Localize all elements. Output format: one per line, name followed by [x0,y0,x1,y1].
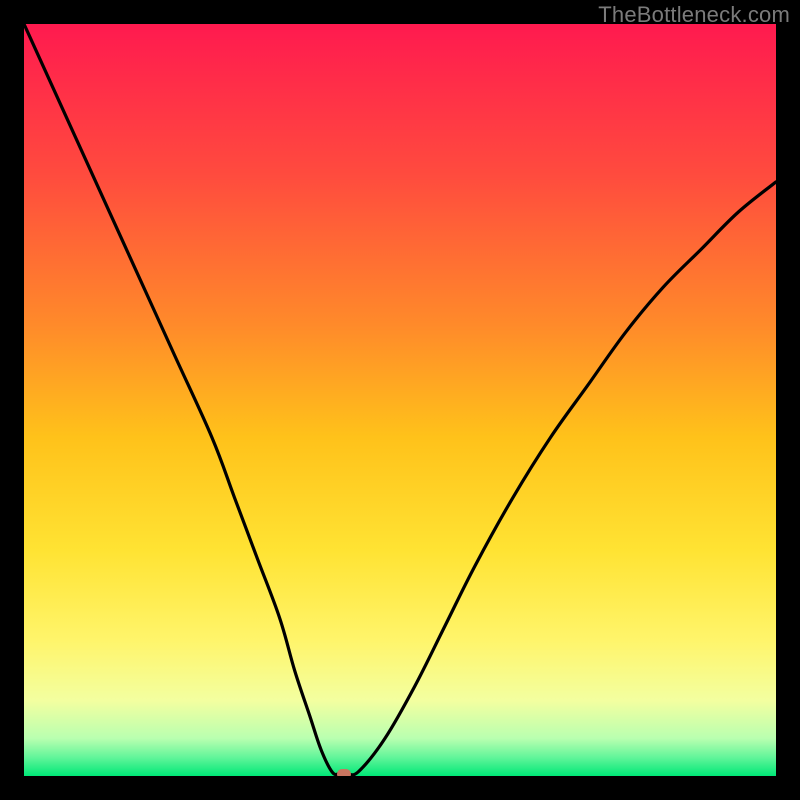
watermark-label: TheBottleneck.com [598,2,790,28]
plot-frame [24,24,776,776]
bottleneck-curve-path [24,24,776,775]
plot-area [24,24,776,776]
chart-svg [24,24,776,776]
page-root: TheBottleneck.com [0,0,800,800]
optimum-marker [337,769,351,776]
gradient-background [24,24,776,776]
